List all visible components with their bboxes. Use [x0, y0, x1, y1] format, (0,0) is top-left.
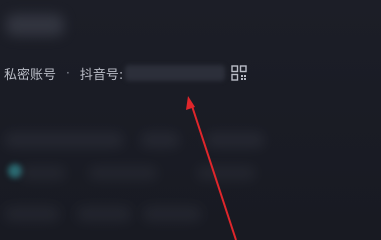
blurred-tag: [88, 166, 158, 180]
blurred-stat: [140, 132, 180, 148]
blurred-stat: [4, 132, 124, 148]
separator-dot: ·: [66, 66, 70, 80]
annotation-arrow-icon: [186, 96, 237, 240]
douyin-id-value[interactable]: [125, 65, 226, 81]
blurred-tag: [196, 166, 256, 180]
blurred-tag: [20, 166, 66, 180]
account-info-row: 私密账号 · 抖音号:: [4, 62, 247, 84]
blurred-tab: [4, 206, 60, 222]
blurred-tab: [142, 206, 202, 222]
blurred-tab: [76, 206, 132, 222]
blurred-username: [6, 14, 64, 36]
profile-screen: 私密账号 · 抖音号:: [0, 0, 381, 240]
blurred-stat: [205, 132, 265, 148]
qr-code-icon[interactable]: [231, 65, 247, 81]
private-account-label: 私密账号: [4, 67, 57, 83]
douyin-id-label: 抖音号:: [79, 67, 124, 83]
